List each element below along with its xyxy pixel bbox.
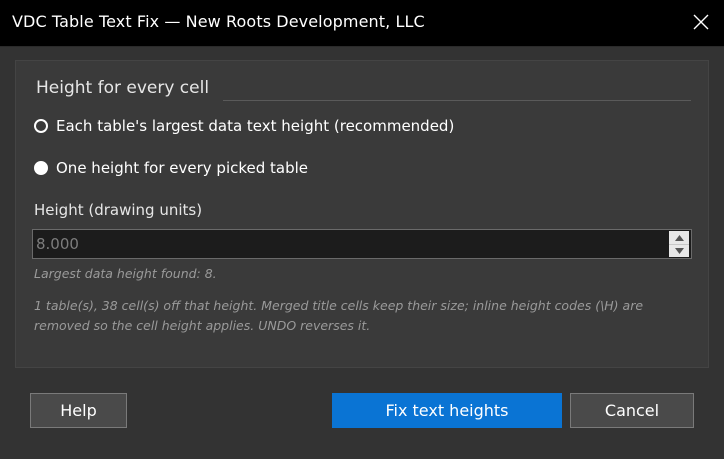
height-stepper[interactable]	[32, 229, 692, 259]
spinner-down-button[interactable]	[669, 244, 689, 257]
title-bar: VDC Table Text Fix — New Roots Developme…	[0, 0, 724, 47]
fix-text-heights-button[interactable]: Fix text heights	[332, 393, 562, 428]
spinner-up-button[interactable]	[669, 231, 689, 245]
window-title: VDC Table Text Fix — New Roots Developme…	[12, 12, 425, 31]
close-button[interactable]	[678, 0, 724, 46]
dialog-window: VDC Table Text Fix — New Roots Developme…	[0, 0, 724, 459]
height-options-panel: Height for every cell Each table's large…	[15, 60, 709, 368]
close-icon	[693, 14, 709, 30]
chevron-down-icon	[674, 247, 684, 254]
radio-one-height[interactable]: One height for every picked table	[34, 157, 308, 179]
height-input[interactable]	[33, 230, 666, 258]
chevron-up-icon	[674, 234, 684, 241]
help-button[interactable]: Help	[30, 393, 127, 428]
group-title: Height for every cell	[36, 78, 210, 98]
cancel-button[interactable]: Cancel	[570, 393, 694, 428]
height-field-label: Height (drawing units)	[34, 201, 203, 219]
group-divider	[223, 100, 691, 101]
radio-label: Each table's largest data text height (r…	[56, 117, 455, 135]
description-note: 1 table(s), 38 cell(s) off that height. …	[34, 298, 644, 333]
spinner	[669, 231, 689, 257]
largest-height-note: Largest data height found: 8.	[34, 266, 217, 281]
radio-checked-icon[interactable]	[34, 161, 48, 175]
radio-largest-height[interactable]: Each table's largest data text height (r…	[34, 115, 454, 137]
radio-label: One height for every picked table	[56, 159, 309, 177]
radio-unchecked-icon[interactable]	[34, 119, 48, 133]
